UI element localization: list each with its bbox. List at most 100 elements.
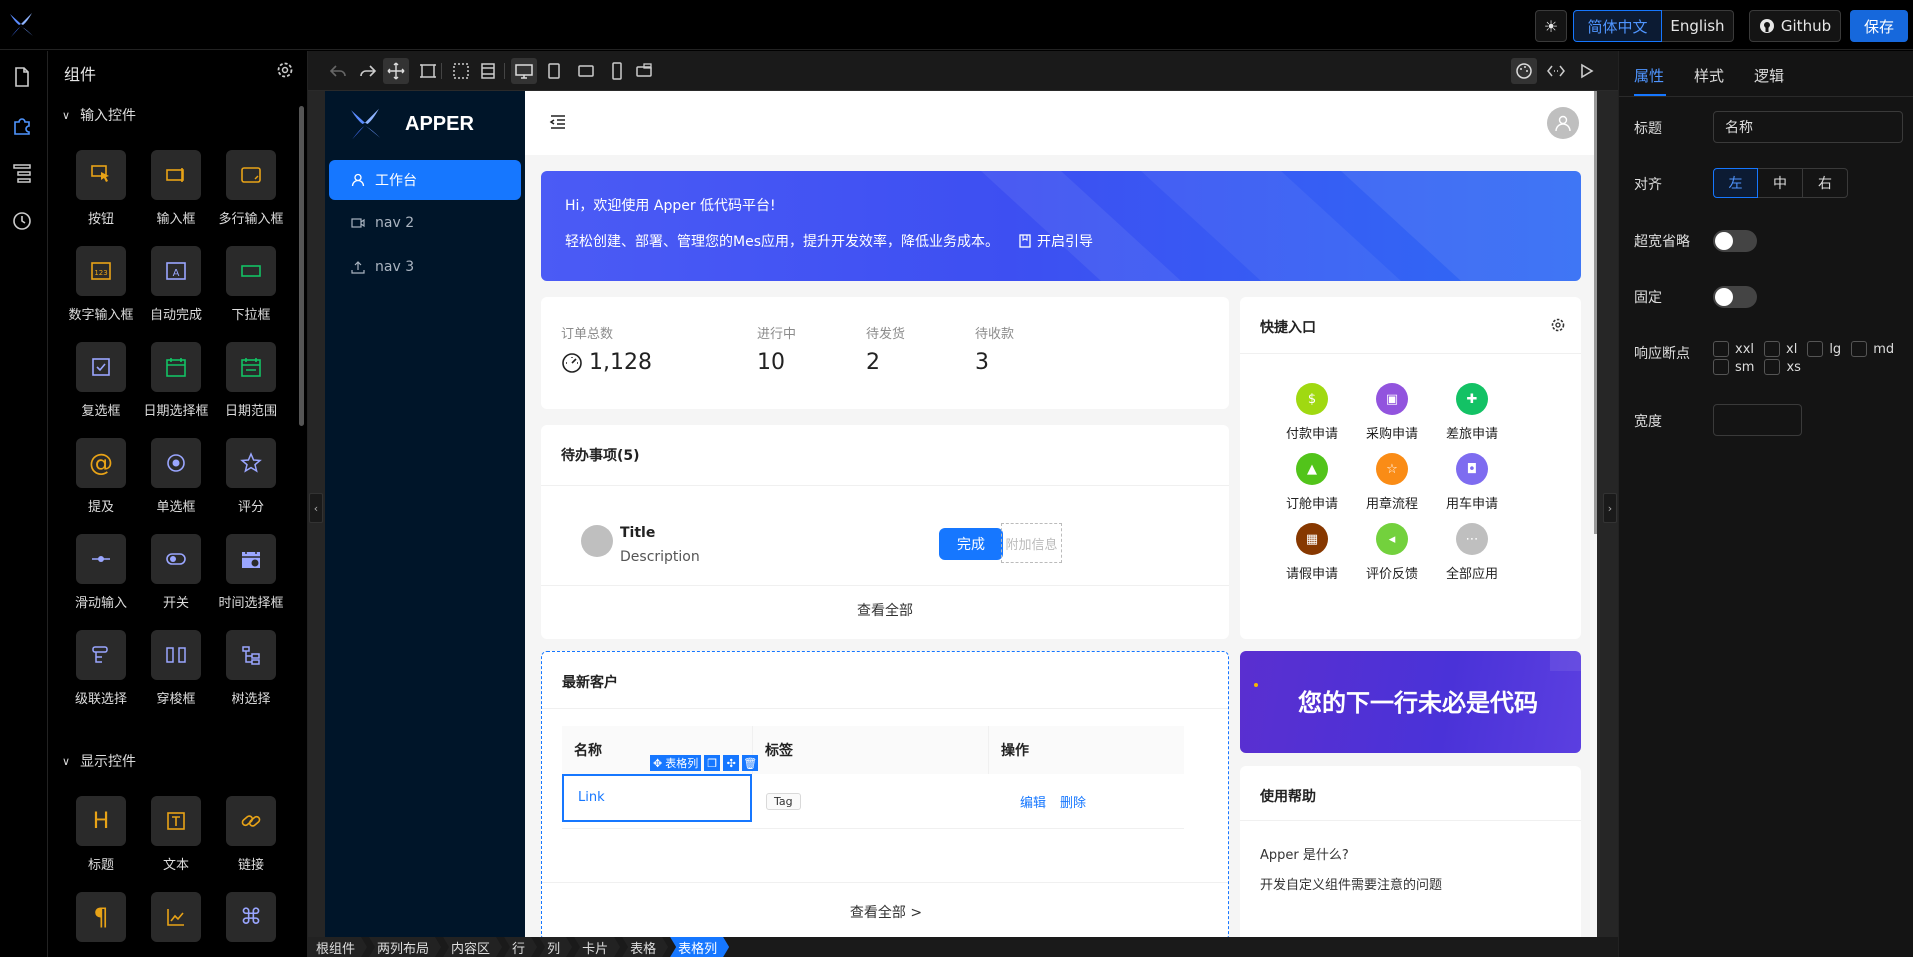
comp-input[interactable]: 输入框 bbox=[139, 150, 213, 227]
resize-frame-icon[interactable] bbox=[418, 61, 438, 81]
theme-toggle-button[interactable]: ☀ bbox=[1535, 10, 1567, 42]
comp-cascader[interactable]: 级联选择 bbox=[64, 630, 138, 707]
comp-paragraph[interactable]: ¶ bbox=[64, 892, 138, 942]
complete-button[interactable]: 完成 bbox=[939, 528, 1003, 560]
comp-switch[interactable]: 开关 bbox=[139, 534, 213, 611]
comp-mention[interactable]: @ 提及 bbox=[64, 438, 138, 515]
quick-link-item[interactable]: ◂ 评价反馈 bbox=[1352, 523, 1432, 582]
quick-link-item[interactable]: $ 付款申请 bbox=[1272, 383, 1352, 442]
github-button[interactable]: Github bbox=[1749, 10, 1841, 42]
ellipsis-switch[interactable] bbox=[1713, 230, 1757, 252]
quick-link-item[interactable]: ⋯ 全部应用 bbox=[1432, 523, 1512, 582]
panel-scrollbar[interactable] bbox=[299, 106, 304, 426]
code-icon[interactable] bbox=[1546, 61, 1566, 81]
comp-button[interactable]: 按钮 bbox=[64, 150, 138, 227]
move-tool-active[interactable] bbox=[383, 58, 409, 84]
save-button[interactable]: 保存 bbox=[1850, 10, 1908, 42]
breakpoint-xl[interactable]: xl bbox=[1764, 341, 1797, 357]
history-icon[interactable] bbox=[10, 209, 34, 233]
redo-icon[interactable] bbox=[358, 61, 378, 81]
section-input-controls[interactable]: ∨ 输入控件 bbox=[62, 105, 136, 125]
align-left-option[interactable]: 左 bbox=[1713, 168, 1758, 198]
breadcrumb-item[interactable]: 根组件 bbox=[308, 937, 367, 957]
section-display-controls[interactable]: ∨ 显示控件 bbox=[62, 751, 136, 771]
delete-link[interactable]: 删除 bbox=[1060, 792, 1086, 811]
breakpoint-lg[interactable]: lg bbox=[1807, 341, 1841, 357]
col-header-actions[interactable]: 操作 bbox=[988, 726, 1086, 774]
mobile-landscape-icon[interactable] bbox=[634, 61, 654, 81]
align-center-option[interactable]: 中 bbox=[1758, 168, 1803, 198]
col-header-tag[interactable]: 标签 bbox=[752, 726, 988, 774]
quick-link-item[interactable]: ✚ 差旅申请 bbox=[1432, 383, 1512, 442]
tab-logic[interactable]: 逻辑 bbox=[1754, 65, 1784, 86]
nav-item-3[interactable]: nav 3 bbox=[329, 247, 521, 287]
selected-table-column[interactable]: Link bbox=[562, 774, 752, 822]
quick-link-item[interactable]: ▲ 订舱申请 bbox=[1272, 453, 1352, 512]
customers-view-all-link[interactable]: 查看全部 > bbox=[542, 902, 1230, 922]
comp-date-range[interactable]: 日期范围 bbox=[214, 342, 288, 419]
breakpoint-xs[interactable]: xs bbox=[1764, 359, 1801, 375]
comp-number-input[interactable]: 123 数字输入框 bbox=[64, 246, 138, 323]
breakpoint-sm[interactable]: sm bbox=[1713, 359, 1754, 375]
comp-rate[interactable]: 评分 bbox=[214, 438, 288, 515]
comp-statistic[interactable] bbox=[139, 892, 213, 942]
todo-view-all-link[interactable]: 查看全部 bbox=[541, 600, 1229, 620]
tab-style[interactable]: 样式 bbox=[1694, 65, 1724, 86]
page-icon[interactable] bbox=[10, 65, 34, 89]
checkbox[interactable] bbox=[1851, 341, 1868, 357]
drag-button[interactable]: ✣ bbox=[723, 755, 740, 771]
comp-date-picker[interactable]: 日期选择框 bbox=[139, 342, 213, 419]
copy-button[interactable]: ❐ bbox=[704, 755, 721, 771]
comp-radio[interactable]: 单选框 bbox=[139, 438, 213, 515]
breadcrumb-item[interactable]: 内容区 bbox=[443, 937, 502, 957]
cell-link[interactable]: Link bbox=[578, 790, 605, 805]
tablet-icon[interactable] bbox=[544, 61, 564, 81]
breadcrumb-item[interactable]: 列 bbox=[539, 937, 572, 957]
fixed-switch[interactable] bbox=[1713, 286, 1757, 308]
checkbox[interactable] bbox=[1764, 359, 1781, 375]
comp-select[interactable]: 下拉框 bbox=[214, 246, 288, 323]
collapse-right-handle[interactable]: › bbox=[1603, 493, 1617, 523]
start-guide-link[interactable]: 开启引导 bbox=[1019, 231, 1093, 251]
extra-info-slot[interactable]: 附加信息 bbox=[1001, 523, 1062, 563]
device-desktop-active[interactable] bbox=[511, 58, 537, 84]
breakpoint-md[interactable]: md bbox=[1851, 341, 1894, 357]
delete-button[interactable]: 🗑 bbox=[742, 755, 759, 771]
gear-icon[interactable] bbox=[1550, 317, 1566, 333]
tab-properties[interactable]: 属性 bbox=[1634, 65, 1664, 86]
comp-text[interactable]: 文本 bbox=[139, 796, 213, 873]
quick-link-item[interactable]: ▣ 采购申请 bbox=[1352, 383, 1432, 442]
collapse-left-handle[interactable]: ‹ bbox=[309, 493, 323, 523]
checkbox[interactable] bbox=[1713, 341, 1729, 357]
comp-transfer[interactable]: 穿梭框 bbox=[139, 630, 213, 707]
title-input[interactable] bbox=[1713, 111, 1903, 143]
breadcrumb-item[interactable]: 表格 bbox=[622, 937, 668, 957]
comp-link[interactable]: 链接 bbox=[214, 796, 288, 873]
help-question[interactable]: 开发自定义组件需要注意的问题 bbox=[1260, 874, 1442, 893]
layers-icon[interactable] bbox=[478, 61, 498, 81]
menu-fold-icon[interactable] bbox=[549, 113, 567, 131]
comp-tree-select[interactable]: 树选择 bbox=[214, 630, 288, 707]
breadcrumb-item[interactable]: 表格列 bbox=[670, 937, 729, 957]
comp-checkbox[interactable]: 复选框 bbox=[64, 342, 138, 419]
comp-icon[interactable]: ⌘ bbox=[214, 892, 288, 942]
comp-heading[interactable]: H 标题 bbox=[64, 796, 138, 873]
comp-time-picker[interactable]: 时间选择框 bbox=[214, 534, 288, 611]
selection-label[interactable]: ✥ 表格列 bbox=[650, 755, 702, 771]
width-input[interactable] bbox=[1713, 404, 1802, 436]
nav-item-2[interactable]: nav 2 bbox=[329, 203, 521, 243]
play-icon[interactable] bbox=[1576, 61, 1596, 81]
align-right-option[interactable]: 右 bbox=[1803, 168, 1848, 198]
gear-icon[interactable] bbox=[276, 61, 294, 79]
checkbox[interactable] bbox=[1764, 341, 1780, 357]
outline-tree-icon[interactable] bbox=[10, 161, 34, 185]
quick-link-item[interactable]: ☆ 用章流程 bbox=[1352, 453, 1432, 512]
comp-textarea[interactable]: 多行输入框 bbox=[214, 150, 288, 227]
theme-palette-button[interactable] bbox=[1511, 58, 1537, 84]
lang-en-button[interactable]: English bbox=[1662, 10, 1734, 42]
breadcrumb-item[interactable]: 行 bbox=[504, 937, 537, 957]
tablet-landscape-icon[interactable] bbox=[576, 61, 596, 81]
nav-item-workbench[interactable]: 工作台 bbox=[329, 160, 521, 200]
breadcrumb-item[interactable]: 卡片 bbox=[574, 937, 620, 957]
breadcrumb-item[interactable]: 两列布局 bbox=[369, 937, 441, 957]
